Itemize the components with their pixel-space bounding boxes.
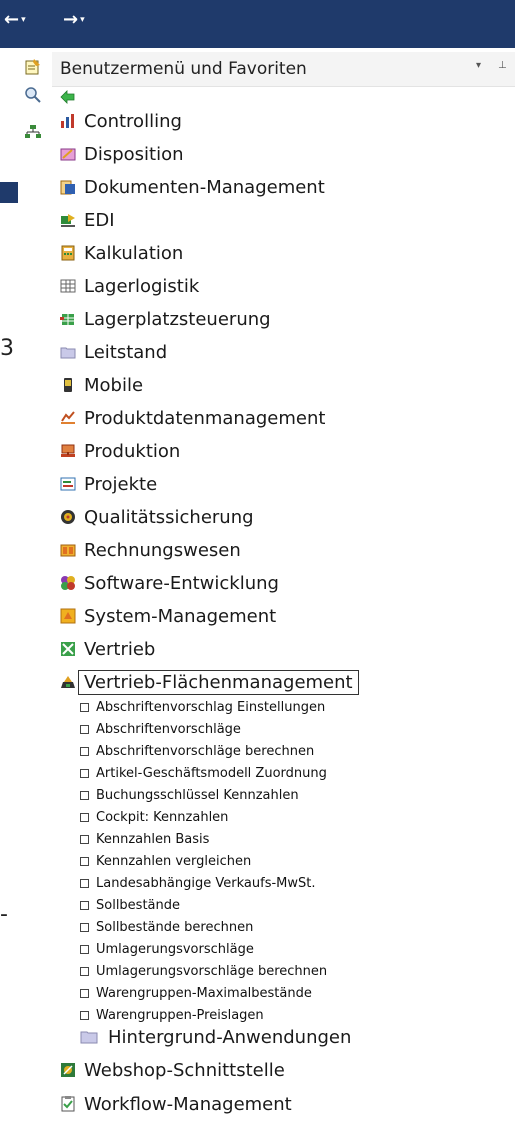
top-bar: ← ▾ → ▾ [0, 0, 515, 48]
menu-item-leitstand[interactable]: Leitstand [60, 337, 167, 367]
folder-icon [80, 1031, 98, 1044]
checkbox-icon [80, 1010, 89, 1020]
panel-menu-button[interactable]: ▾ [476, 60, 481, 71]
quality-icon [61, 510, 75, 524]
tool-column [20, 48, 50, 158]
checkbox-icon [80, 900, 89, 910]
sub-item[interactable]: Umlagerungsvorschläge [80, 939, 254, 959]
edi-icon [61, 214, 75, 227]
sub-item[interactable]: Umlagerungsvorschläge berechnen [80, 961, 327, 981]
checkbox-icon [80, 812, 89, 822]
workflow-icon [61, 1096, 75, 1112]
sub-item[interactable]: Abschriftenvorschläge [80, 719, 241, 739]
project-icon [60, 477, 76, 491]
left-edge-strip [0, 48, 18, 1143]
menu-item-disposition[interactable]: Disposition [60, 139, 184, 169]
system-icon [60, 608, 76, 624]
disposition-icon [60, 148, 76, 161]
menu-item-hintergrund-anwendungen[interactable]: Hintergrund-Anwendungen [80, 1022, 351, 1052]
checkbox-icon [80, 878, 89, 888]
edge-tab [0, 182, 18, 203]
menu-item-rechnungswesen[interactable]: Rechnungswesen [60, 535, 241, 565]
menu-item-lagerlogistik[interactable]: Lagerlogistik [60, 271, 199, 301]
structure-tree-icon[interactable] [24, 124, 42, 142]
checkbox-icon [80, 856, 89, 866]
product-icon [61, 411, 75, 424]
menu-item-lagerplatzsteuerung[interactable]: Lagerplatzsteuerung [60, 304, 271, 334]
panel-header: Benutzermenü und Favoriten ▾ ⊥ [52, 52, 515, 87]
sales-icon [61, 642, 75, 656]
menu-item-dokumenten-management[interactable]: Dokumenten-Management [60, 172, 325, 202]
sub-item[interactable]: Abschriftenvorschlag Einstellungen [80, 697, 325, 717]
forward-arrow-icon: → [63, 9, 79, 30]
grid-icon [60, 279, 76, 293]
folder-icon [60, 347, 76, 359]
forward-dropdown-icon[interactable]: ▾ [80, 15, 85, 25]
chart-icon [61, 114, 74, 128]
edge-text-lower: - [0, 902, 8, 927]
pin-button[interactable]: ⊥ [498, 60, 507, 71]
checkbox-icon [80, 724, 89, 734]
sub-item[interactable]: Landesabhängige Verkaufs-MwSt. [80, 873, 315, 893]
software-icon [61, 576, 75, 590]
menu-item-edi[interactable]: EDI [60, 205, 115, 235]
checkbox-icon [80, 988, 89, 998]
menu-item-projekte[interactable]: Projekte [60, 469, 157, 499]
calculator-icon [61, 245, 75, 261]
menu-item-system-management[interactable]: System-Management [60, 601, 276, 631]
panel-title: Benutzermenü und Favoriten [60, 59, 307, 79]
checkbox-icon [80, 768, 89, 778]
search-icon[interactable] [24, 86, 42, 104]
menu-item-webshop-schnittstelle[interactable]: Webshop-Schnittstelle [60, 1055, 285, 1085]
sub-item[interactable]: Sollbestände [80, 895, 180, 915]
menu-item-kalkulation[interactable]: Kalkulation [60, 238, 183, 268]
menu-item-controlling[interactable]: Controlling [60, 106, 182, 136]
checkbox-icon [80, 746, 89, 756]
back-arrow-icon: ← [4, 9, 20, 30]
sub-item[interactable]: Kennzahlen vergleichen [80, 851, 251, 871]
menu-item-qualitaetssicherung[interactable]: Qualitätssicherung [60, 502, 254, 532]
checkbox-icon [80, 922, 89, 932]
menu-item-produktion[interactable]: Produktion [60, 436, 180, 466]
menu-item-software-entwicklung[interactable]: Software-Entwicklung [60, 568, 279, 598]
back-dropdown-icon[interactable]: ▾ [21, 15, 26, 25]
menu-item-vertrieb[interactable]: Vertrieb [60, 634, 155, 664]
sub-item[interactable]: Artikel-Geschäftsmodell Zuordnung [80, 763, 327, 783]
checkbox-icon [80, 834, 89, 844]
checkbox-icon [80, 944, 89, 954]
sub-item[interactable]: Buchungsschlüssel Kennzahlen [80, 785, 299, 805]
checkbox-icon [80, 966, 89, 976]
menu-item-mobile[interactable]: Mobile [60, 370, 143, 400]
area-management-icon [61, 676, 75, 688]
favorites-icon[interactable] [24, 58, 42, 76]
production-icon [61, 444, 75, 457]
menu-item-workflow-management[interactable]: Workflow-Management [60, 1089, 292, 1119]
webshop-icon [61, 1063, 75, 1077]
menu-item-vertrieb-flaechenmanagement[interactable]: Vertrieb-Flächenmanagement [60, 667, 359, 697]
sub-item[interactable]: Cockpit: Kennzahlen [80, 807, 228, 827]
menu-item-produktdatenmanagement[interactable]: Produktdatenmanagement [60, 403, 325, 433]
sub-item[interactable]: Warengruppen-Maximalbestände [80, 983, 312, 1003]
sub-item[interactable]: Abschriftenvorschläge berechnen [80, 741, 314, 761]
mobile-icon [64, 378, 72, 392]
sub-item[interactable]: Sollbestände berechnen [80, 917, 253, 937]
accounting-icon [60, 544, 76, 557]
checkbox-icon [80, 702, 89, 712]
sub-item[interactable]: Kennzahlen Basis [80, 829, 209, 849]
back-green-icon[interactable] [60, 90, 76, 104]
checkbox-icon [80, 790, 89, 800]
document-icon [60, 180, 75, 195]
back-button[interactable]: ← ▾ [4, 10, 26, 30]
forward-button[interactable]: → ▾ [63, 10, 85, 30]
edge-text-upper: 3 [0, 336, 14, 361]
warehouse-icon [60, 314, 74, 325]
